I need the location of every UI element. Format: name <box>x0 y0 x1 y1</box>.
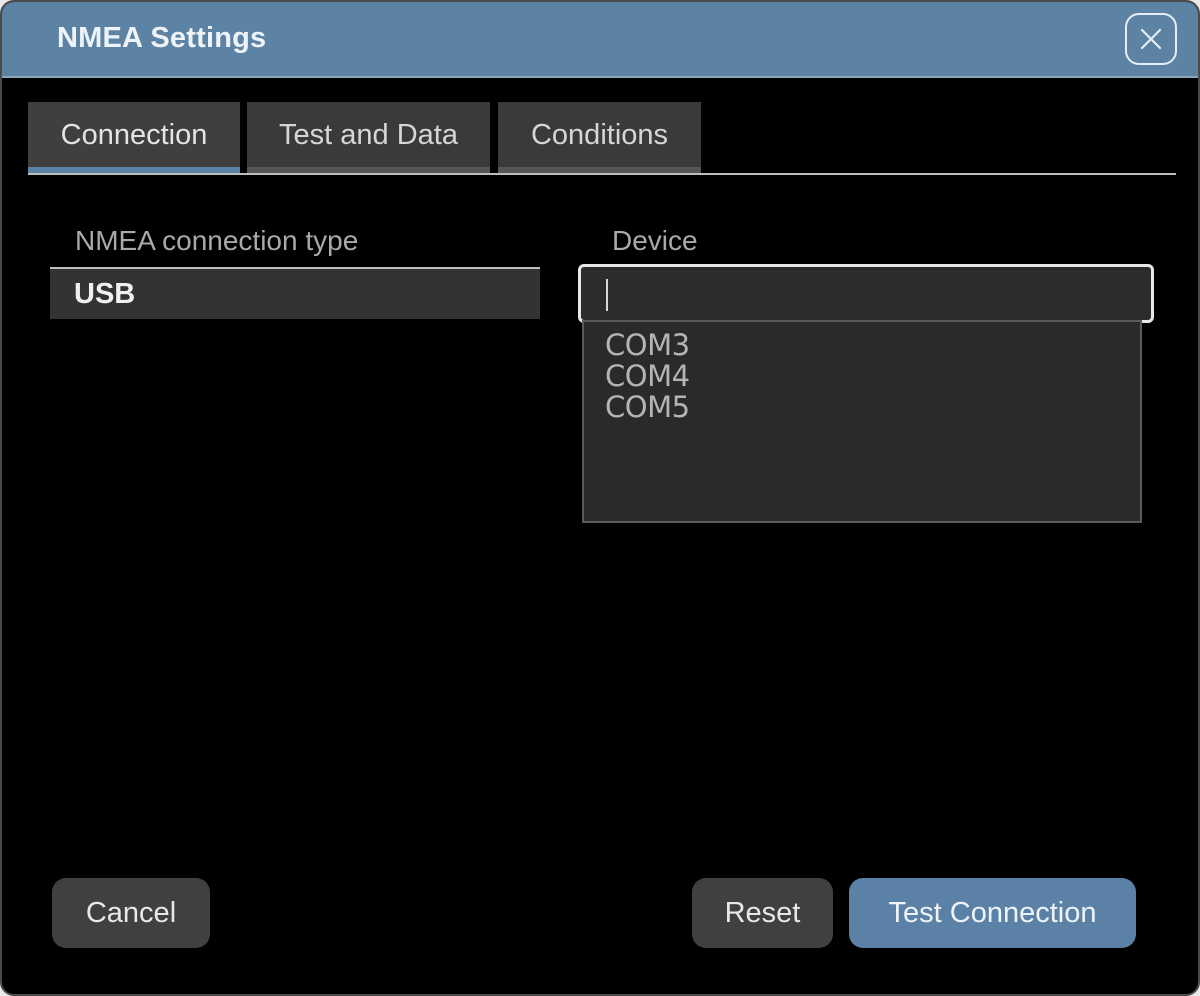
device-input[interactable] <box>578 264 1154 323</box>
connection-type-select[interactable]: USB <box>50 267 540 319</box>
connection-type-label: NMEA connection type <box>75 225 359 256</box>
nmea-settings-dialog: NMEA Settings Connection Test and Data C… <box>0 0 1200 996</box>
title-bar: NMEA Settings <box>2 2 1198 78</box>
device-option-com4[interactable]: COM4 <box>584 361 1140 392</box>
tab-conditions[interactable]: Conditions <box>498 102 701 174</box>
tab-test-and-data-label: Test and Data <box>279 118 458 151</box>
close-icon <box>1140 28 1162 50</box>
dialog-title: NMEA Settings <box>57 22 267 54</box>
tab-bar: Connection Test and Data Conditions <box>28 102 1176 176</box>
tab-conditions-label: Conditions <box>530 118 669 151</box>
tab-connection[interactable]: Connection <box>28 102 240 174</box>
tabs-divider <box>28 173 1176 175</box>
tab-test-and-data[interactable]: Test and Data <box>247 102 490 174</box>
cancel-button[interactable]: Cancel <box>52 878 210 948</box>
device-dropdown-list: COM3 COM4 COM5 <box>582 320 1142 523</box>
test-connection-button[interactable]: Test Connection <box>849 878 1136 948</box>
reset-button[interactable]: Reset <box>692 878 833 948</box>
tab-connection-label: Connection <box>60 118 208 151</box>
device-option-com5[interactable]: COM5 <box>584 392 1140 423</box>
device-label: Device <box>612 225 698 256</box>
device-option-com3[interactable]: COM3 <box>584 330 1140 361</box>
close-button[interactable] <box>1125 13 1177 65</box>
text-caret <box>606 279 608 311</box>
